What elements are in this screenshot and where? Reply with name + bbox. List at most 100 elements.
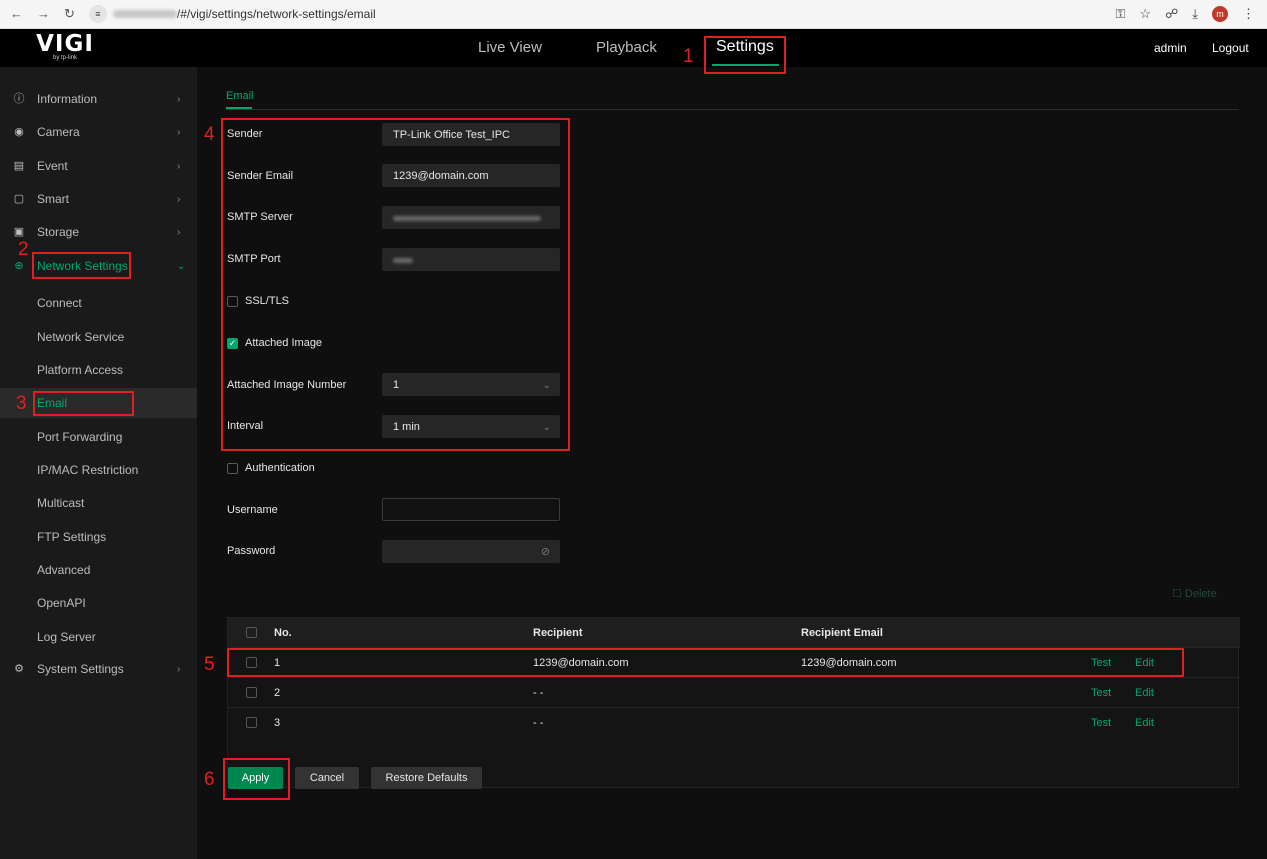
select-value: 1 min [393, 421, 420, 433]
sidebar-item-event[interactable]: ▤ Event › [0, 151, 197, 181]
info-icon: ⓘ [13, 93, 25, 105]
annotation-number-4: 4 [204, 124, 215, 145]
test-link[interactable]: Test [1091, 657, 1111, 669]
sidebar-subitem-openapi[interactable]: OpenAPI [0, 588, 197, 618]
sidebar-subitem-label: Platform Access [37, 363, 124, 377]
url-path: /#/vigi/settings/network-settings/email [176, 7, 376, 21]
reload-icon[interactable]: ↻ [64, 6, 75, 22]
download-icon[interactable]: ⤓ [1192, 6, 1198, 22]
row-recipient: 1239@domain.com [533, 657, 629, 669]
site-info-icon[interactable]: ≡ [88, 5, 107, 23]
sidebar-subitem-advanced[interactable]: Advanced [0, 555, 197, 585]
attached-image-checkbox[interactable]: ✓ [227, 337, 238, 349]
annotation-number-6: 6 [204, 769, 215, 790]
user-name[interactable]: admin [1154, 41, 1187, 55]
sidebar-subitem-log-server[interactable]: Log Server [0, 622, 197, 652]
sidebar-item-label: Smart [37, 192, 70, 206]
sidebar-subitem-network-service[interactable]: Network Service [0, 322, 197, 352]
cancel-button[interactable]: Cancel [295, 767, 359, 789]
password-input[interactable]: ⊘ [382, 540, 560, 563]
authentication-checkbox-row[interactable]: Authentication [227, 462, 315, 474]
system-icon: ⚙ [14, 663, 24, 675]
row-checkbox[interactable] [246, 687, 257, 698]
attached-image-number-select[interactable]: 1 ⌄ [382, 373, 560, 396]
back-icon[interactable]: ← [10, 6, 23, 22]
sidebar-subitem-platform-access[interactable]: Platform Access [0, 355, 197, 385]
sidebar-item-storage[interactable]: ▣ Storage › [0, 217, 197, 247]
table-header: No. Recipient Recipient Email [228, 618, 1240, 648]
edit-link[interactable]: Edit [1135, 657, 1154, 669]
smart-icon: ▢ [13, 193, 25, 205]
sidebar-item-label: Network Settings [37, 259, 128, 273]
ssl-tls-checkbox-row[interactable]: SSL/TLS [227, 295, 289, 307]
address-bar[interactable]: ≡ /#/vigi/settings/network-settings/emai… [88, 3, 376, 25]
username-input[interactable] [382, 498, 560, 521]
sidebar-subitem-label: Email [37, 396, 68, 410]
row-recipient-email: 1239@domain.com [801, 657, 897, 669]
apply-button[interactable]: Apply [228, 767, 283, 789]
eye-slash-icon[interactable]: ⊘ [541, 541, 550, 564]
tabs-divider [226, 109, 1239, 110]
test-link[interactable]: Test [1091, 687, 1111, 699]
tab-live-view[interactable]: Live View [478, 39, 542, 56]
sidebar-item-network-settings[interactable]: ⊕ Network Settings ⌄ [0, 251, 197, 281]
forward-icon[interactable]: → [37, 6, 50, 22]
annotation-number-1: 1 [683, 46, 694, 67]
header-no: No. [274, 627, 292, 639]
row-checkbox[interactable] [246, 657, 257, 668]
logout-link[interactable]: Logout [1212, 41, 1249, 55]
recipient-table: No. Recipient Recipient Email 1 1239@dom… [227, 617, 1240, 788]
sidebar-item-smart[interactable]: ▢ Smart › [0, 184, 197, 214]
star-icon[interactable]: ☆ [1139, 6, 1151, 22]
key-icon[interactable]: ⚿ [1116, 6, 1126, 22]
sidebar-item-information[interactable]: ⓘ Information › [0, 84, 197, 114]
delete-button[interactable]: ☐ Delete [1172, 587, 1217, 600]
vigi-logo[interactable]: VIGI by tp-link [30, 33, 100, 63]
password-label: Password [227, 545, 276, 557]
chevron-right-icon: › [177, 226, 181, 238]
sidebar-subitem-multicast[interactable]: Multicast [0, 488, 197, 518]
sidebar-item-camera[interactable]: ◉ Camera › [0, 117, 197, 147]
sidebar-subitem-label: FTP Settings [37, 530, 107, 544]
menu-icon[interactable]: ⋮ [1242, 6, 1255, 22]
interval-select[interactable]: 1 min ⌄ [382, 415, 560, 438]
sender-input[interactable]: TP-Link Office Test_IPC [382, 123, 560, 146]
edit-link[interactable]: Edit [1135, 687, 1154, 699]
profile-avatar[interactable]: m [1212, 6, 1228, 22]
extensions-icon[interactable]: ☍ [1165, 6, 1178, 22]
smtp-server-input[interactable] [382, 206, 560, 229]
chevron-down-icon: ⌄ [177, 260, 186, 272]
smtp-server-label: SMTP Server [227, 211, 293, 223]
sidebar-subitem-label: Multicast [37, 496, 85, 510]
attached-image-checkbox-row[interactable]: ✓ Attached Image [227, 337, 322, 349]
edit-link[interactable]: Edit [1135, 717, 1154, 729]
tab-email[interactable]: Email [226, 90, 254, 102]
sidebar-item-label: System Settings [37, 662, 124, 676]
sender-email-input[interactable]: 1239@domain.com [382, 164, 560, 187]
tab-playback[interactable]: Playback [596, 39, 657, 56]
chevron-down-icon: ⌄ [542, 422, 551, 433]
table-row: 2 - - Test Edit [228, 677, 1240, 707]
sidebar-subitem-email[interactable]: Email [0, 388, 197, 418]
sidebar-subitem-ip-mac-restriction[interactable]: IP/MAC Restriction [0, 455, 197, 485]
chevron-right-icon: › [177, 126, 181, 138]
row-checkbox[interactable] [246, 717, 257, 728]
ssl-tls-checkbox[interactable] [227, 295, 238, 307]
test-link[interactable]: Test [1091, 717, 1111, 729]
select-all-checkbox[interactable] [246, 627, 257, 638]
row-recipient: - - [533, 717, 544, 729]
authentication-label: Authentication [245, 462, 315, 474]
sidebar-subitem-ftp-settings[interactable]: FTP Settings [0, 522, 197, 552]
row-no: 1 [274, 657, 281, 669]
ssl-tls-label: SSL/TLS [245, 295, 290, 307]
restore-defaults-button[interactable]: Restore Defaults [371, 767, 482, 789]
sidebar-subitem-label: Log Server [37, 630, 96, 644]
tab-settings[interactable]: Settings [716, 38, 774, 56]
sidebar-subitem-connect[interactable]: Connect [0, 288, 197, 318]
annotation-number-2: 2 [18, 239, 29, 260]
smtp-port-input[interactable] [382, 248, 560, 271]
authentication-checkbox[interactable] [227, 462, 238, 474]
sidebar-subitem-port-forwarding[interactable]: Port Forwarding [0, 422, 197, 452]
main-content: Email Sender TP-Link Office Test_IPC Sen… [197, 67, 1267, 859]
sidebar-item-system-settings[interactable]: ⚙ System Settings › [0, 654, 197, 684]
